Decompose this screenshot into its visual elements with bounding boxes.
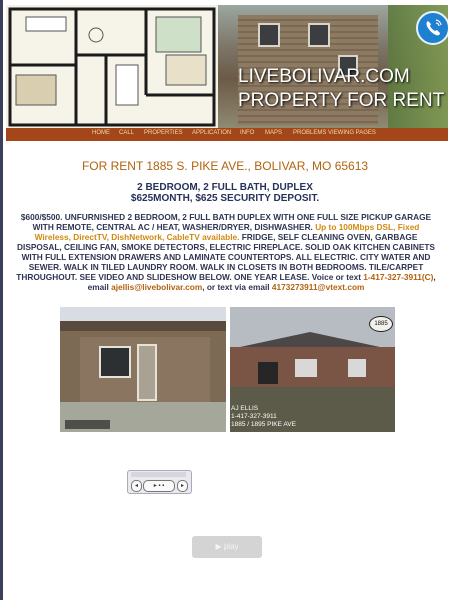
listing-description: $600/$500. UNFURNISHED 2 BEDROOM, 2 FULL… xyxy=(16,212,436,292)
phone-call-button[interactable] xyxy=(416,11,448,45)
nav-home[interactable]: HOME xyxy=(92,130,110,136)
slideshow-play-button[interactable]: ▸ ▪ ▪ xyxy=(143,480,175,492)
site-title-line2: PROPERTY FOR RENT xyxy=(238,90,445,111)
listing-heading: FOR RENT 1885 S. PIKE AVE., BOLIVAR, MO … xyxy=(81,159,369,173)
listing-summary-line1: 2 BEDROOM, 2 FULL BATH, DUPLEX xyxy=(137,182,313,193)
caption-name: AJ ELLIS xyxy=(231,405,259,412)
text-via-prefix: , or text via email xyxy=(202,282,272,292)
player-status-strip xyxy=(131,472,186,477)
site-title: LIVEBOLIVAR.COM PROPERTY FOR RENT xyxy=(238,65,444,113)
window-graphic xyxy=(258,23,280,47)
phone-link[interactable]: 1-417-327-3911(C) xyxy=(363,272,433,282)
nav-properties[interactable]: PROPERTIES xyxy=(144,130,183,136)
previous-button[interactable]: ◂ xyxy=(131,480,142,492)
video-play-button[interactable]: ▶ play xyxy=(192,536,262,558)
header-banner: LIVEBOLIVAR.COM PROPERTY FOR RENT xyxy=(6,5,448,128)
floorplan-image xyxy=(6,5,218,128)
nav-maps[interactable]: MAPS xyxy=(265,130,282,136)
text-email-link[interactable]: 4173273911@vtext.com xyxy=(272,282,365,292)
nav-problems-viewing[interactable]: PROBLEMS VIEWING PAGES xyxy=(293,130,376,136)
slideshow-player: ◂ ▸ ▪ ▪ ▸ xyxy=(127,470,192,494)
phone-icon xyxy=(426,19,442,36)
nav-info[interactable]: INFO xyxy=(240,130,254,136)
next-button[interactable]: ▸ xyxy=(177,480,188,492)
site-title-line1: LIVEBOLIVAR.COM xyxy=(238,66,410,87)
nav-call[interactable]: CALL xyxy=(119,130,134,136)
nav-application[interactable]: APPLICATION xyxy=(192,130,231,136)
listing-summary-line2: $625MONTH, $625 SECURITY DEPOSIT. xyxy=(130,193,320,204)
address-sign: 1885 xyxy=(369,316,393,332)
left-border xyxy=(0,0,3,600)
porch-photo[interactable] xyxy=(60,307,226,432)
window-graphic xyxy=(308,23,330,47)
caption-phone: 1-417-327-3911 xyxy=(231,413,277,420)
nav-bar: HOME CALL PROPERTIES APPLICATION INFO MA… xyxy=(6,128,448,141)
email-link[interactable]: ajellis@livebolivar.com xyxy=(111,282,202,292)
photo-caption: AJ ELLIS 1-417-327-3911 1885 / 1895 PIKE… xyxy=(231,405,296,429)
caption-address: 1885 / 1895 PIKE AVE xyxy=(231,421,296,428)
